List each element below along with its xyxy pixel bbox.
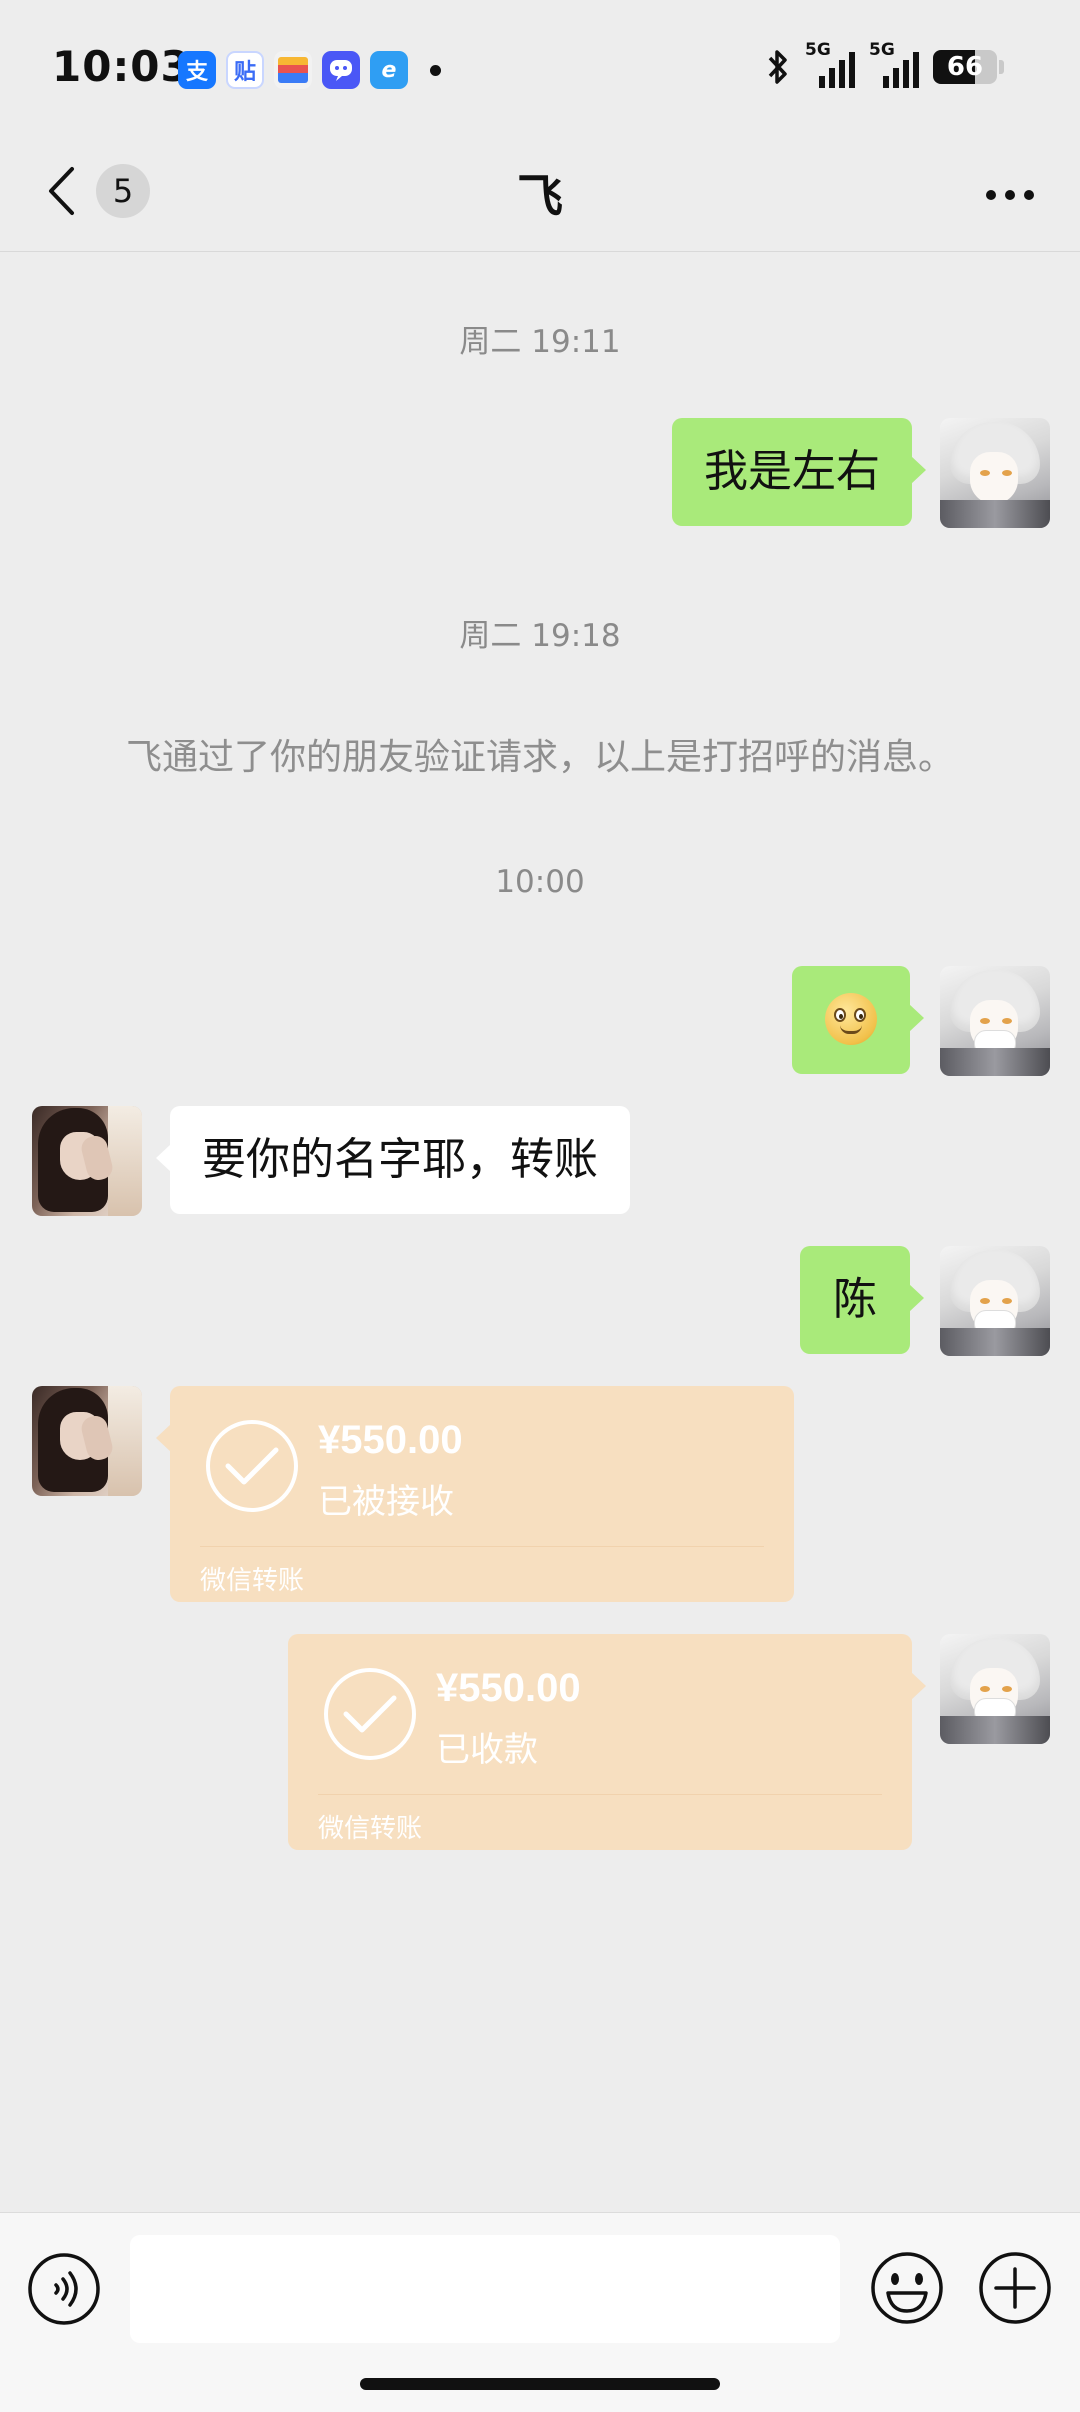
my-avatar[interactable] [940,418,1050,528]
my-avatar[interactable] [940,966,1050,1076]
transfer-divider [200,1546,764,1547]
message-timestamp: 周二 19:11 [459,324,621,360]
emoji-button[interactable] [868,2249,946,2327]
chat-app-icon [322,51,360,89]
outgoing-message-bubble[interactable]: 我是左右 [672,418,926,526]
tieba-icon: 贴 [226,51,264,89]
home-indicator[interactable] [360,2378,720,2390]
chat-title: 飞 [517,169,563,223]
more-options-button[interactable] [970,160,1050,230]
status-time: 10:03 [52,42,191,91]
my-avatar[interactable] [940,1246,1050,1356]
voice-input-button[interactable] [26,2251,102,2327]
message-input[interactable] [130,2235,840,2343]
check-circle-icon [206,1420,298,1512]
transfer-divider [318,1794,882,1795]
smile-emoji-icon [825,993,877,1045]
chat-header: 5 飞 [0,138,1080,252]
incoming-message-bubble[interactable]: 要你的名字耶，转账 [156,1106,630,1214]
contact-avatar[interactable] [32,1106,142,1216]
system-notice: 飞通过了你的朋友验证请求，以上是打招呼的消息。 [125,737,954,778]
transfer-amount: ¥550.00 [436,1666,581,1710]
notification-icons: 支 贴 e [178,51,441,89]
transfer-card-received[interactable]: ¥550.00 已被接收 微信转账 [156,1386,794,1602]
signal-icon-sim2: 5G [869,40,919,88]
transfer-card-collected[interactable]: ¥550.00 已收款 微信转账 [288,1634,926,1850]
more-actions-button[interactable] [976,2249,1054,2327]
smiley-face-icon [871,2252,943,2324]
plus-circle-icon [979,2252,1051,2324]
check-circle-icon [324,1668,416,1760]
transfer-label: 微信转账 [200,1566,305,1596]
transfer-status: 已收款 [436,1730,538,1770]
battery-level-text: 66 [946,52,984,82]
alipay-icon: 支 [178,51,216,89]
transfer-label: 微信转账 [318,1814,423,1844]
message-timestamp: 10:00 [495,864,585,900]
browser-app-icon: e [370,51,408,89]
bluetooth-icon [768,50,787,84]
more-dots-icon [986,190,996,200]
battery-icon: 66 [933,50,997,84]
wallet-icon [274,51,312,89]
outgoing-message-bubble[interactable]: 陈 [800,1246,924,1354]
message-timestamp: 周二 19:18 [459,618,621,654]
transfer-status: 已被接收 [318,1482,454,1522]
more-notifications-dot [430,64,441,76]
outgoing-emoji-bubble[interactable] [792,966,924,1074]
battery-cap [999,60,1004,74]
transfer-amount: ¥550.00 [318,1418,463,1462]
voice-icon [28,2253,100,2325]
signal-icon-sim1: 5G [805,40,855,88]
contact-avatar[interactable] [32,1386,142,1496]
status-bar: 10:03 支 贴 e 5G 5G 66 [0,0,1080,138]
my-avatar[interactable] [940,1634,1050,1744]
